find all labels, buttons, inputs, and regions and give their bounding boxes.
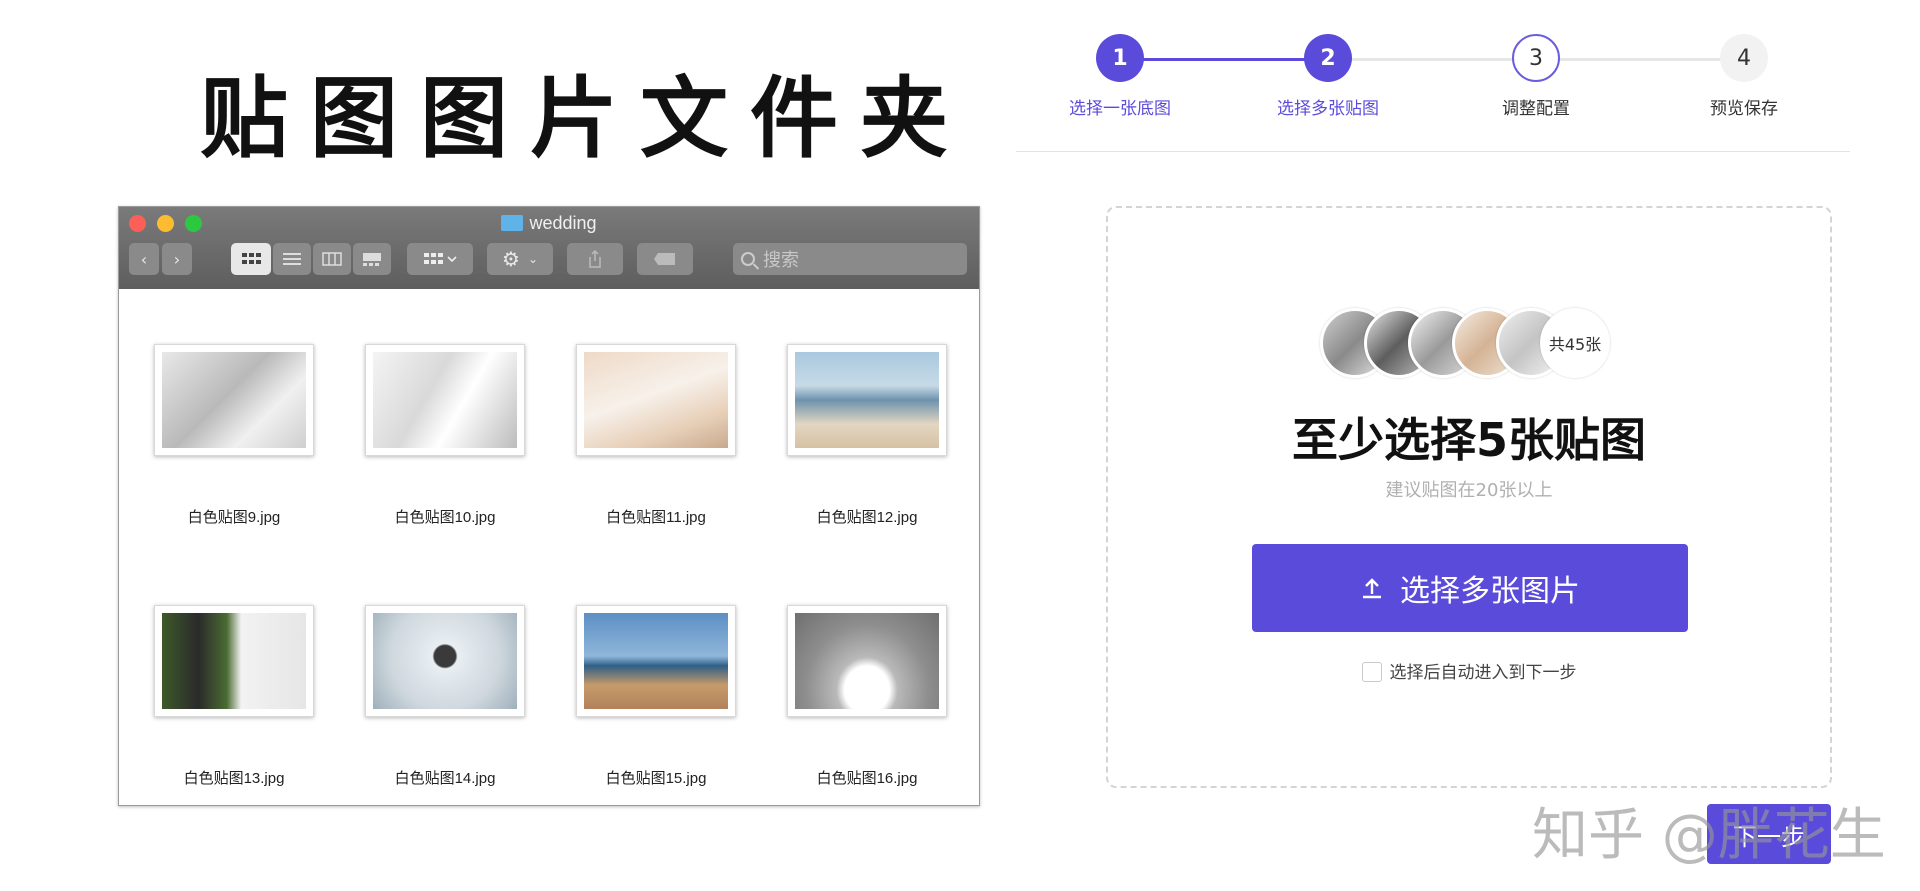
step-number: 3 <box>1512 34 1560 82</box>
grid-icon <box>242 253 261 264</box>
watermark: 知乎 @胖花生 <box>1532 803 1886 868</box>
column-view-button[interactable] <box>313 243 351 275</box>
gallery-view-button[interactable] <box>353 243 391 275</box>
file-thumbnail <box>576 344 736 456</box>
file-name: 白色贴图11.jpg <box>606 509 706 526</box>
file-name: 白色贴图9.jpg <box>187 509 281 526</box>
step-4[interactable]: 4 预览保存 <box>1664 34 1824 119</box>
share-icon <box>589 249 601 268</box>
step-label: 选择一张底图 <box>1069 99 1171 119</box>
couple-beach-photo <box>584 613 728 709</box>
file-item[interactable]: 白色贴图12.jpg <box>762 344 972 527</box>
selected-stickers-preview: 共45张 <box>1320 308 1640 382</box>
chevron-down-icon: ⌄ <box>527 252 538 266</box>
search-placeholder: 搜索 <box>763 250 799 271</box>
file-name: 白色贴图15.jpg <box>605 770 707 787</box>
icon-view-button[interactable] <box>231 243 271 275</box>
file-thumbnail <box>787 344 947 456</box>
file-item[interactable]: 白色贴图11.jpg <box>551 344 761 527</box>
auto-next-checkbox[interactable] <box>1361 662 1382 682</box>
select-images-label: 选择多张图片 <box>1400 574 1580 609</box>
search-input[interactable]: 搜索 <box>733 243 967 275</box>
upload-icon <box>1363 578 1381 599</box>
file-thumbnail <box>154 344 314 456</box>
forward-button[interactable]: › <box>162 243 192 275</box>
group-by-button[interactable] <box>407 243 473 275</box>
beach-bride-photo <box>795 352 939 448</box>
step-number: 2 <box>1304 34 1352 82</box>
chevron-left-icon: ‹ <box>140 249 148 269</box>
upload-dropzone[interactable]: 共45张 至少选择5张贴图 建议贴图在20张以上 选择多张图片 选择后自动进入到… <box>1106 206 1832 788</box>
file-item[interactable]: 白色贴图14.jpg <box>340 605 550 788</box>
share-button[interactable] <box>567 243 623 275</box>
file-thumbnail <box>787 605 947 717</box>
file-name: 白色贴图16.jpg <box>816 770 918 787</box>
step-2[interactable]: 2 选择多张贴图 <box>1248 34 1408 119</box>
chevron-right-icon: › <box>173 249 181 269</box>
shoes-grass-photo <box>162 613 306 709</box>
file-item[interactable]: 白色贴图10.jpg <box>340 344 550 527</box>
window-title-text: wedding <box>529 213 597 233</box>
file-name: 白色贴图14.jpg <box>394 770 496 787</box>
progress-stepper: 1 选择一张底图 2 选择多张贴图 3 调整配置 4 预览保存 <box>1016 34 1850 124</box>
window-title: wedding <box>119 213 979 234</box>
file-thumbnail <box>365 605 525 717</box>
search-icon <box>741 252 755 266</box>
bride-window-photo <box>373 613 517 709</box>
columns-icon <box>322 252 342 266</box>
finder-window: wedding ‹ › ⚙ ⌄ 搜索 白色贴图9.jpg 白色贴图10.jpg … <box>118 206 980 806</box>
sticker-count-badge: 共45张 <box>1540 308 1610 378</box>
upload-title: 至少选择5张贴图 <box>1291 413 1646 467</box>
tag-icon <box>654 253 675 265</box>
file-item[interactable]: 白色贴图15.jpg <box>551 605 761 788</box>
step-label: 调整配置 <box>1502 99 1570 119</box>
bride-dress-photo <box>373 352 517 448</box>
step-label: 选择多张贴图 <box>1277 99 1379 119</box>
tags-button[interactable] <box>637 243 693 275</box>
step-number: 1 <box>1096 34 1144 82</box>
finder-toolbar: wedding ‹ › ⚙ ⌄ 搜索 <box>119 207 979 289</box>
step-1[interactable]: 1 选择一张底图 <box>1040 34 1200 119</box>
page-title: 贴图图片文件夹 <box>200 67 971 170</box>
step-3[interactable]: 3 调整配置 <box>1456 34 1616 119</box>
file-item[interactable]: 白色贴图9.jpg <box>129 344 339 527</box>
list-icon <box>283 253 301 265</box>
back-button[interactable]: ‹ <box>129 243 159 275</box>
auto-next-label: 选择后自动进入到下一步 <box>1389 663 1577 683</box>
group-grid-icon <box>424 253 457 264</box>
gear-icon: ⚙ <box>502 247 520 271</box>
auto-next-option[interactable]: 选择后自动进入到下一步 <box>1108 658 1830 683</box>
file-grid: 白色贴图9.jpg 白色贴图10.jpg 白色贴图11.jpg 白色贴图12.j… <box>119 289 979 805</box>
rings-photo <box>162 352 306 448</box>
file-item[interactable]: 白色贴图13.jpg <box>129 605 339 788</box>
bride-palace-photo <box>795 613 939 709</box>
folder-icon <box>501 215 524 231</box>
ring-pillow-photo <box>584 352 728 448</box>
file-name: 白色贴图13.jpg <box>183 770 285 787</box>
step-label: 预览保存 <box>1710 99 1778 119</box>
file-item[interactable]: 白色贴图16.jpg <box>762 605 972 788</box>
file-name: 白色贴图12.jpg <box>816 509 918 526</box>
gallery-icon <box>363 253 381 266</box>
file-thumbnail <box>154 605 314 717</box>
step-number: 4 <box>1720 34 1768 82</box>
file-name: 白色贴图10.jpg <box>394 509 496 526</box>
header-divider <box>1016 151 1850 152</box>
action-menu-button[interactable]: ⚙ ⌄ <box>487 243 553 275</box>
file-thumbnail <box>365 344 525 456</box>
upload-subtitle: 建议贴图在20张以上 <box>1385 480 1553 501</box>
select-images-button[interactable]: 选择多张图片 <box>1252 544 1688 632</box>
list-view-button[interactable] <box>273 243 311 275</box>
file-thumbnail <box>576 605 736 717</box>
